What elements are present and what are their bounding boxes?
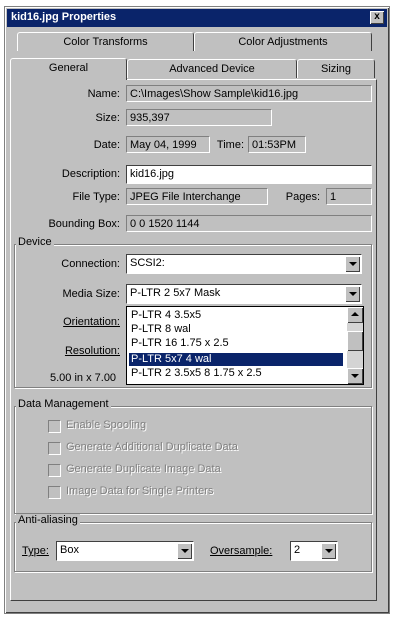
list-scrollbar[interactable] <box>347 307 363 384</box>
title-bar[interactable]: kid16.jpg Properties x <box>7 9 387 27</box>
scroll-thumb[interactable] <box>347 331 363 351</box>
list-item[interactable]: P-LTR 16 1.75 x 2.5 <box>129 337 343 350</box>
tab-color-transforms[interactable]: Color Transforms <box>17 32 194 51</box>
window-title: kid16.jpg Properties <box>11 11 117 23</box>
tab-sizing[interactable]: Sizing <box>297 59 375 78</box>
scroll-down-icon[interactable] <box>347 368 363 384</box>
list-item[interactable]: P-LTR 8 wal <box>129 323 343 336</box>
media-size-dropdown-list[interactable]: P-LTR 4 3.5x5 P-LTR 8 wal P-LTR 16 1.75 … <box>126 306 364 385</box>
list-item-selected[interactable]: P-LTR 5x7 4 wal <box>129 353 343 366</box>
tab-general[interactable]: General <box>10 58 127 80</box>
tab-advanced-device[interactable]: Advanced Device <box>127 59 297 78</box>
tab-color-adjustments[interactable]: Color Adjustments <box>194 32 372 51</box>
scroll-up-icon[interactable] <box>347 307 363 323</box>
list-item[interactable]: P-LTR 4 3.5x5 <box>129 309 343 322</box>
list-item[interactable]: P-LTR 2 3.5x5 8 1.75 x 2.5 <box>129 367 343 380</box>
close-button[interactable]: x <box>370 11 384 24</box>
